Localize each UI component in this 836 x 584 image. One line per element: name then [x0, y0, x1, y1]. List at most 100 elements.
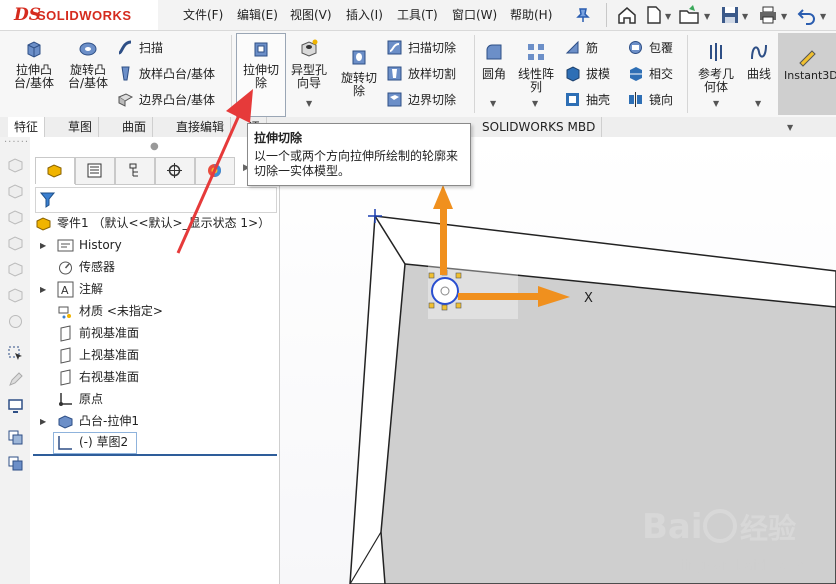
swept-cut-button[interactable]: 扫描切除 — [386, 37, 456, 57]
sweep-button[interactable]: 扫描 — [117, 37, 163, 57]
cube-icon[interactable] — [7, 157, 24, 174]
cube-icon[interactable] — [7, 261, 24, 278]
rib-button[interactable]: 筋 — [564, 37, 598, 57]
intersect-button[interactable]: 相交 — [627, 63, 673, 83]
tree-item-right-plane[interactable]: 右视基准面 — [57, 367, 139, 387]
tab-surfaces[interactable]: 曲面 — [116, 117, 154, 137]
chevron-down-icon[interactable]: ▼ — [704, 12, 710, 21]
edit-icon[interactable] — [7, 371, 24, 388]
boundary-boss-icon — [117, 92, 134, 107]
chevron-down-icon[interactable]: ▼ — [742, 12, 748, 21]
tab-mbd[interactable]: SOLIDWORKS MBD — [476, 117, 603, 137]
tab-sketch[interactable]: 草图 — [62, 117, 100, 137]
lofted-cut-button[interactable]: 放样切割 — [386, 63, 456, 83]
boundary-cut-icon — [387, 92, 402, 106]
instant3d-button[interactable]: Instant3D — [778, 33, 836, 115]
tree-item-top-plane[interactable]: 上视基准面 — [57, 345, 139, 365]
home-icon[interactable] — [616, 4, 638, 26]
expand-arrow-icon[interactable]: ▶ — [40, 417, 46, 426]
paste-icon[interactable] — [7, 455, 24, 472]
swept-cut-icon — [387, 40, 402, 54]
chevron-down-icon[interactable]: ▼ — [490, 99, 496, 108]
open-icon[interactable] — [678, 4, 700, 26]
extrude-boss-button[interactable]: 拉伸凸 台/基体 — [9, 37, 59, 90]
hole-wizard-label: 异型孔 向导 — [290, 63, 327, 90]
chevron-down-icon[interactable]: ▼ — [781, 12, 787, 21]
expand-arrow-icon[interactable]: ▶ — [40, 285, 46, 294]
svg-text:A: A — [61, 284, 69, 297]
fillet-button[interactable]: 圆角 — [479, 41, 509, 81]
menu-window[interactable]: 窗口(W) — [452, 6, 497, 23]
loft-boss-button[interactable]: 放样凸台/基体 — [117, 63, 215, 83]
save-icon[interactable] — [719, 4, 741, 26]
tree-item-boss-extrude[interactable]: 凸台-拉伸1 — [57, 411, 139, 431]
tree-item-sketch[interactable]: (-) 草图2 — [57, 432, 128, 452]
annotation-icon: A — [57, 281, 74, 297]
menu-help[interactable]: 帮助(H) — [510, 6, 552, 23]
wrap-label: 包覆 — [649, 40, 674, 55]
configuration-manager-icon — [129, 163, 138, 177]
chevron-down-icon[interactable]: ▼ — [787, 123, 793, 132]
new-document-icon[interactable] — [643, 4, 665, 26]
boss-extrude-label: 凸台-拉伸1 — [79, 414, 139, 428]
rollback-bar[interactable] — [33, 454, 277, 456]
reference-geometry-button[interactable]: 参考几 何体 — [693, 41, 739, 94]
expand-arrow-icon[interactable]: ▶ — [40, 241, 46, 250]
cube-icon[interactable] — [7, 209, 24, 226]
print-icon[interactable] — [757, 4, 779, 26]
tab-configuration-manager[interactable] — [115, 157, 155, 185]
cube-icon[interactable] — [7, 183, 24, 200]
undo-icon[interactable] — [796, 4, 818, 26]
menu-view[interactable]: 视图(V) — [290, 6, 332, 23]
plane-icon — [60, 324, 71, 342]
chevron-down-icon[interactable]: ▼ — [665, 12, 671, 21]
draft-button[interactable]: 拔模 — [564, 63, 610, 83]
menu-insert[interactable]: 插入(I) — [346, 6, 383, 23]
boundary-cut-button[interactable]: 边界切除 — [386, 89, 456, 109]
chevron-down-icon[interactable]: ▼ — [755, 99, 761, 108]
reference-geometry-label: 参考几 何体 — [697, 67, 734, 94]
reference-geometry-icon — [710, 43, 722, 61]
copy-icon[interactable] — [7, 429, 24, 446]
tree-item-front-plane[interactable]: 前视基准面 — [57, 323, 139, 343]
pin-icon[interactable] — [575, 7, 591, 23]
linear-pattern-button[interactable]: 线性阵 列 — [514, 41, 558, 94]
display-icon[interactable] — [7, 397, 24, 414]
chevron-down-icon[interactable]: ▼ — [713, 99, 719, 108]
cube-icon[interactable] — [7, 287, 24, 304]
revolve-boss-button[interactable]: 旋转凸 台/基体 — [63, 37, 113, 90]
tree-item-history[interactable]: History — [57, 235, 122, 255]
front-plane-label: 前视基准面 — [79, 326, 140, 340]
curves-button[interactable]: 曲线 — [743, 41, 775, 81]
extrude-cut-button[interactable]: 拉伸切 除 — [237, 37, 285, 90]
tree-item-material[interactable]: 材质 <未指定> — [57, 301, 163, 321]
swept-cut-label: 扫描切除 — [408, 40, 457, 55]
tree-item-annotations[interactable]: A 注解 — [57, 279, 103, 299]
tab-features[interactable]: 特征 — [8, 117, 46, 137]
revolve-cut-button[interactable]: 旋转切 除 — [335, 45, 383, 98]
sphere-icon[interactable] — [7, 313, 24, 330]
mirror-button[interactable]: 镜向 — [627, 89, 673, 109]
menu-edit[interactable]: 编辑(E) — [237, 6, 278, 23]
chevron-down-icon[interactable]: ▼ — [306, 99, 312, 108]
select-icon[interactable] — [7, 345, 24, 362]
panel-grip[interactable]: ● — [150, 141, 160, 152]
material-label: 材质 <未指定> — [79, 304, 163, 318]
tab-property-manager[interactable] — [75, 157, 115, 185]
fillet-icon — [486, 44, 502, 60]
feature-tree-icon — [47, 164, 62, 178]
shell-button[interactable]: 抽壳 — [564, 89, 610, 109]
hole-wizard-button[interactable]: 异型孔 向导 — [287, 37, 331, 90]
menu-file[interactable]: 文件(F) — [183, 6, 223, 23]
tree-item-origin[interactable]: 原点 — [57, 389, 103, 409]
solidworks-logo[interactable]: DS SOLIDWORKS — [0, 0, 158, 30]
tree-item-sensors[interactable]: 传感器 — [57, 257, 115, 277]
chevron-down-icon[interactable]: ▼ — [820, 12, 826, 21]
menu-tools[interactable]: 工具(T) — [397, 6, 438, 23]
sketch-label: (-) 草图2 — [79, 435, 129, 449]
cube-icon[interactable] — [7, 235, 24, 252]
origin-label: 原点 — [79, 392, 104, 406]
chevron-down-icon[interactable]: ▼ — [532, 99, 538, 108]
tab-feature-tree[interactable] — [35, 157, 75, 184]
wrap-button[interactable]: 包覆 — [627, 37, 673, 57]
